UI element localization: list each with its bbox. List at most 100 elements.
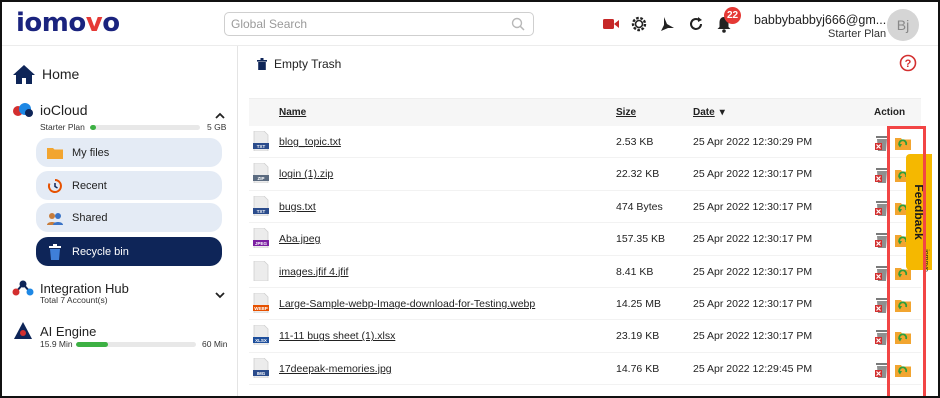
iomovo-logo[interactable]: io mo v o — [16, 8, 120, 38]
sidebar-item-home[interactable]: Home — [12, 63, 79, 85]
sidebar-item-label: Recycle bin — [72, 245, 129, 258]
column-header-name[interactable]: Name — [279, 107, 306, 118]
ai-engine-progress-fill — [76, 342, 109, 347]
file-type-label: XLSX — [255, 338, 267, 343]
delete-permanently-icon[interactable] — [875, 265, 889, 286]
delete-permanently-icon[interactable] — [875, 135, 889, 156]
feedback-label: Feedback — [912, 184, 926, 240]
sidebar-item-my-files[interactable]: My files — [36, 138, 222, 167]
file-name-link[interactable]: 11-11 bugs sheet (1).xlsx — [279, 330, 395, 342]
sidebar-item-iocloud[interactable]: ioCloud — [12, 102, 87, 118]
file-name-link[interactable]: Aba.jpeg — [279, 233, 320, 245]
column-header-size[interactable]: Size — [616, 107, 636, 118]
file-date: 25 Apr 2022 12:30:17 PM — [693, 265, 813, 278]
file-type-icon — [253, 260, 269, 281]
file-size: 22.32 KB — [616, 168, 660, 181]
file-type-label: JPEG — [255, 241, 268, 246]
delete-permanently-icon[interactable] — [875, 329, 889, 350]
file-type-icon: TXT — [253, 130, 269, 152]
table-row[interactable]: TXT blog_topic.txt 2.53 KB 25 Apr 2022 12:3… — [249, 126, 921, 159]
video-icon[interactable] — [601, 14, 621, 34]
file-size: 14.25 MB — [616, 298, 661, 310]
file-type-icon: XLSX — [253, 324, 269, 346]
file-date: 25 Apr 2022 12:30:17 PM — [693, 168, 813, 181]
storage-progress-fill — [90, 125, 96, 130]
file-date: 25 Apr 2022 12:30:17 PM — [693, 200, 813, 213]
table-row[interactable]: IMG 17deepak-memories.jpg 14.76 KB 25 Apr 2… — [249, 353, 921, 386]
ai-engine-icon — [12, 321, 34, 341]
file-name-link[interactable]: Large-Sample-webp-Image-download-for-Tes… — [279, 298, 535, 310]
sidebar-item-ai-engine[interactable]: AI Engine — [12, 321, 96, 341]
notification-badge[interactable]: 22 — [724, 7, 742, 24]
user-email[interactable]: babbybabbyj666@gm... — [754, 13, 886, 27]
search-icon[interactable] — [511, 17, 525, 36]
restore-icon[interactable] — [895, 134, 911, 155]
file-size: 2.53 KB — [616, 136, 654, 148]
folder-icon — [46, 144, 64, 162]
restore-icon[interactable] — [895, 296, 911, 317]
delete-permanently-icon[interactable] — [875, 362, 889, 383]
home-icon — [12, 63, 36, 85]
restore-icon[interactable] — [895, 361, 911, 382]
integration-hub-icon — [12, 278, 34, 298]
chevron-down-icon[interactable] — [215, 286, 225, 304]
moon-icon[interactable] — [657, 14, 677, 34]
avatar[interactable]: Bj — [887, 9, 919, 41]
empty-trash-button[interactable]: Empty Trash — [257, 57, 341, 71]
table-row[interactable]: XLSX 11-11 bugs sheet (1).xlsx 23.19 KB 25 … — [249, 320, 921, 353]
help-icon[interactable]: ? — [899, 54, 917, 77]
file-name-link[interactable]: images.jfif 4.jfif — [279, 266, 348, 278]
file-type-icon: WEBP — [253, 292, 269, 314]
file-date: 25 Apr 2022 12:29:45 PM — [693, 362, 813, 375]
table-row[interactable]: TXT bugs.txt 474 Bytes 25 Apr 2022 12:30:17… — [249, 191, 921, 224]
gear-icon[interactable] — [629, 14, 649, 34]
trash-icon — [257, 58, 267, 70]
sidebar-item-label: My files — [72, 146, 110, 159]
sidebar-item-recycle-bin[interactable]: Recycle bin — [36, 237, 222, 266]
feedback-tab[interactable]: Feedback iomovo — [906, 154, 932, 272]
ai-engine-used: 15.9 Min — [40, 339, 73, 349]
user-plan: Starter Plan — [828, 28, 887, 40]
column-header-action: Action — [874, 107, 906, 118]
file-name-link[interactable]: bugs.txt — [279, 201, 316, 213]
global-search-box[interactable] — [224, 12, 534, 36]
delete-permanently-icon[interactable] — [875, 167, 889, 188]
file-date: 25 Apr 2022 12:30:17 PM — [693, 233, 813, 246]
file-type-icon: ZIP — [253, 162, 269, 184]
sidebar-item-recent[interactable]: Recent — [36, 171, 222, 200]
delete-permanently-icon[interactable] — [875, 232, 889, 253]
ai-engine-progress — [76, 342, 196, 347]
table-header: Name Size Date ▾ Action — [249, 98, 921, 126]
delete-permanently-icon[interactable] — [875, 200, 889, 221]
search-input[interactable] — [225, 13, 495, 35]
sidebar-item-shared[interactable]: Shared — [36, 203, 222, 232]
storage-progress — [90, 125, 200, 130]
feedback-brand: iomovo — [921, 249, 929, 272]
table-row[interactable]: WEBP Large-Sample-webp-Image-download-for… — [249, 288, 921, 321]
file-type-label: IMG — [257, 371, 266, 376]
file-date: 25 Apr 2022 12:30:17 PM — [693, 298, 813, 310]
table-row[interactable]: images.jfif 4.jfif 8.41 KB 25 Apr 2022 12:… — [249, 256, 921, 288]
file-size: 23.19 KB — [616, 330, 660, 343]
file-name-link[interactable]: blog_topic.txt — [279, 136, 341, 148]
table-row[interactable]: ZIP login (1).zip 22.32 KB 25 Apr 2022 12:3… — [249, 158, 921, 191]
refresh-icon[interactable] — [686, 14, 706, 34]
file-type-label: TXT — [257, 209, 266, 214]
restore-icon[interactable] — [895, 328, 911, 349]
file-type-icon: IMG — [253, 357, 269, 379]
file-name-link[interactable]: 17deepak-memories.jpg — [279, 363, 392, 375]
cloud-icon — [12, 102, 34, 118]
file-type-label: WEBP — [254, 306, 268, 311]
sort-down-icon: ▾ — [719, 107, 725, 118]
file-size: 14.76 KB — [616, 362, 660, 375]
delete-permanently-icon[interactable] — [875, 297, 889, 318]
recent-icon — [46, 177, 64, 195]
file-name-link[interactable]: login (1).zip — [279, 168, 333, 180]
file-size: 8.41 KB — [616, 265, 654, 278]
file-size: 157.35 KB — [616, 233, 666, 246]
main-content: Empty Trash ? Name Size Date ▾ Action TXT… — [239, 46, 938, 396]
table-row[interactable]: JPEG Aba.jpeg 157.35 KB 25 Apr 2022 12:30:1… — [249, 223, 921, 256]
column-header-date[interactable]: Date ▾ — [693, 107, 725, 118]
iocloud-plan: Starter Plan — [40, 122, 85, 132]
file-date: 25 Apr 2022 12:30:17 PM — [693, 330, 813, 343]
